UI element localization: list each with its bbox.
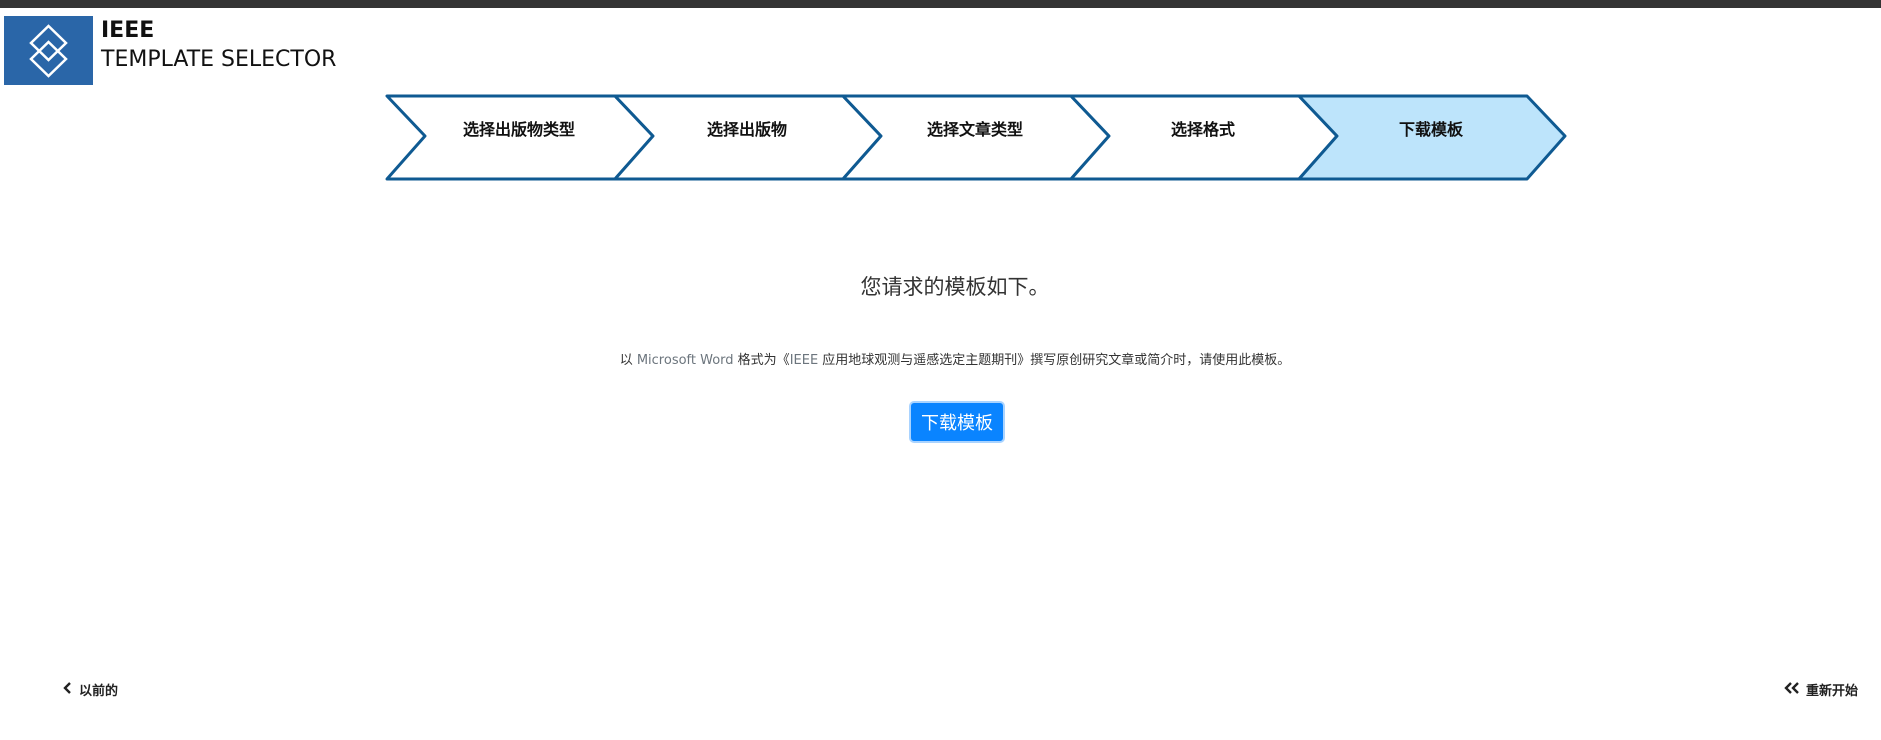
step-download-template[interactable]: 下载模板 — [1317, 116, 1545, 140]
step-select-publication[interactable]: 选择出版物 — [633, 116, 861, 140]
previous-button[interactable]: 以前的 — [63, 680, 118, 699]
desc-journal-en: IEEE — [789, 353, 819, 368]
step-select-article-type[interactable]: 选择文章类型 — [861, 116, 1089, 140]
template-description: 以 Microsoft Word 格式为《IEEE 应用地球观测与遥感选定主题期… — [0, 349, 1881, 368]
brand: IEEE TEMPLATE SELECTOR — [101, 18, 336, 73]
restart-button[interactable]: 重新开始 — [1784, 680, 1858, 699]
step-select-publication-type[interactable]: 选择出版物类型 — [405, 116, 633, 140]
double-chevron-left-icon — [1784, 681, 1800, 698]
previous-label: 以前的 — [79, 684, 119, 699]
page-heading: 您请求的模板如下。 — [860, 275, 1050, 299]
ieee-logo-icon[interactable] — [4, 16, 93, 85]
desc-format: Microsoft Word — [636, 353, 734, 368]
desc-suffix: 应用地球观测与遥感选定主题期刊》撰写原创研究文章或简介时，请使用此模板。 — [818, 353, 1291, 368]
chevron-left-icon — [63, 681, 73, 698]
brand-subtitle: TEMPLATE SELECTOR — [101, 47, 337, 73]
progress-steps: 选择出版物类型 选择出版物 选择文章类型 选择格式 下载模板 — [385, 94, 1569, 182]
download-template-button[interactable]: 下载模板 — [909, 401, 1005, 443]
restart-label: 重新开始 — [1805, 684, 1858, 699]
desc-middle: 格式为《 — [733, 353, 790, 368]
brand-title: IEEE — [101, 18, 155, 43]
step-select-format[interactable]: 选择格式 — [1089, 116, 1317, 140]
top-bar — [0, 0, 1881, 8]
desc-prefix: 以 — [619, 353, 637, 368]
